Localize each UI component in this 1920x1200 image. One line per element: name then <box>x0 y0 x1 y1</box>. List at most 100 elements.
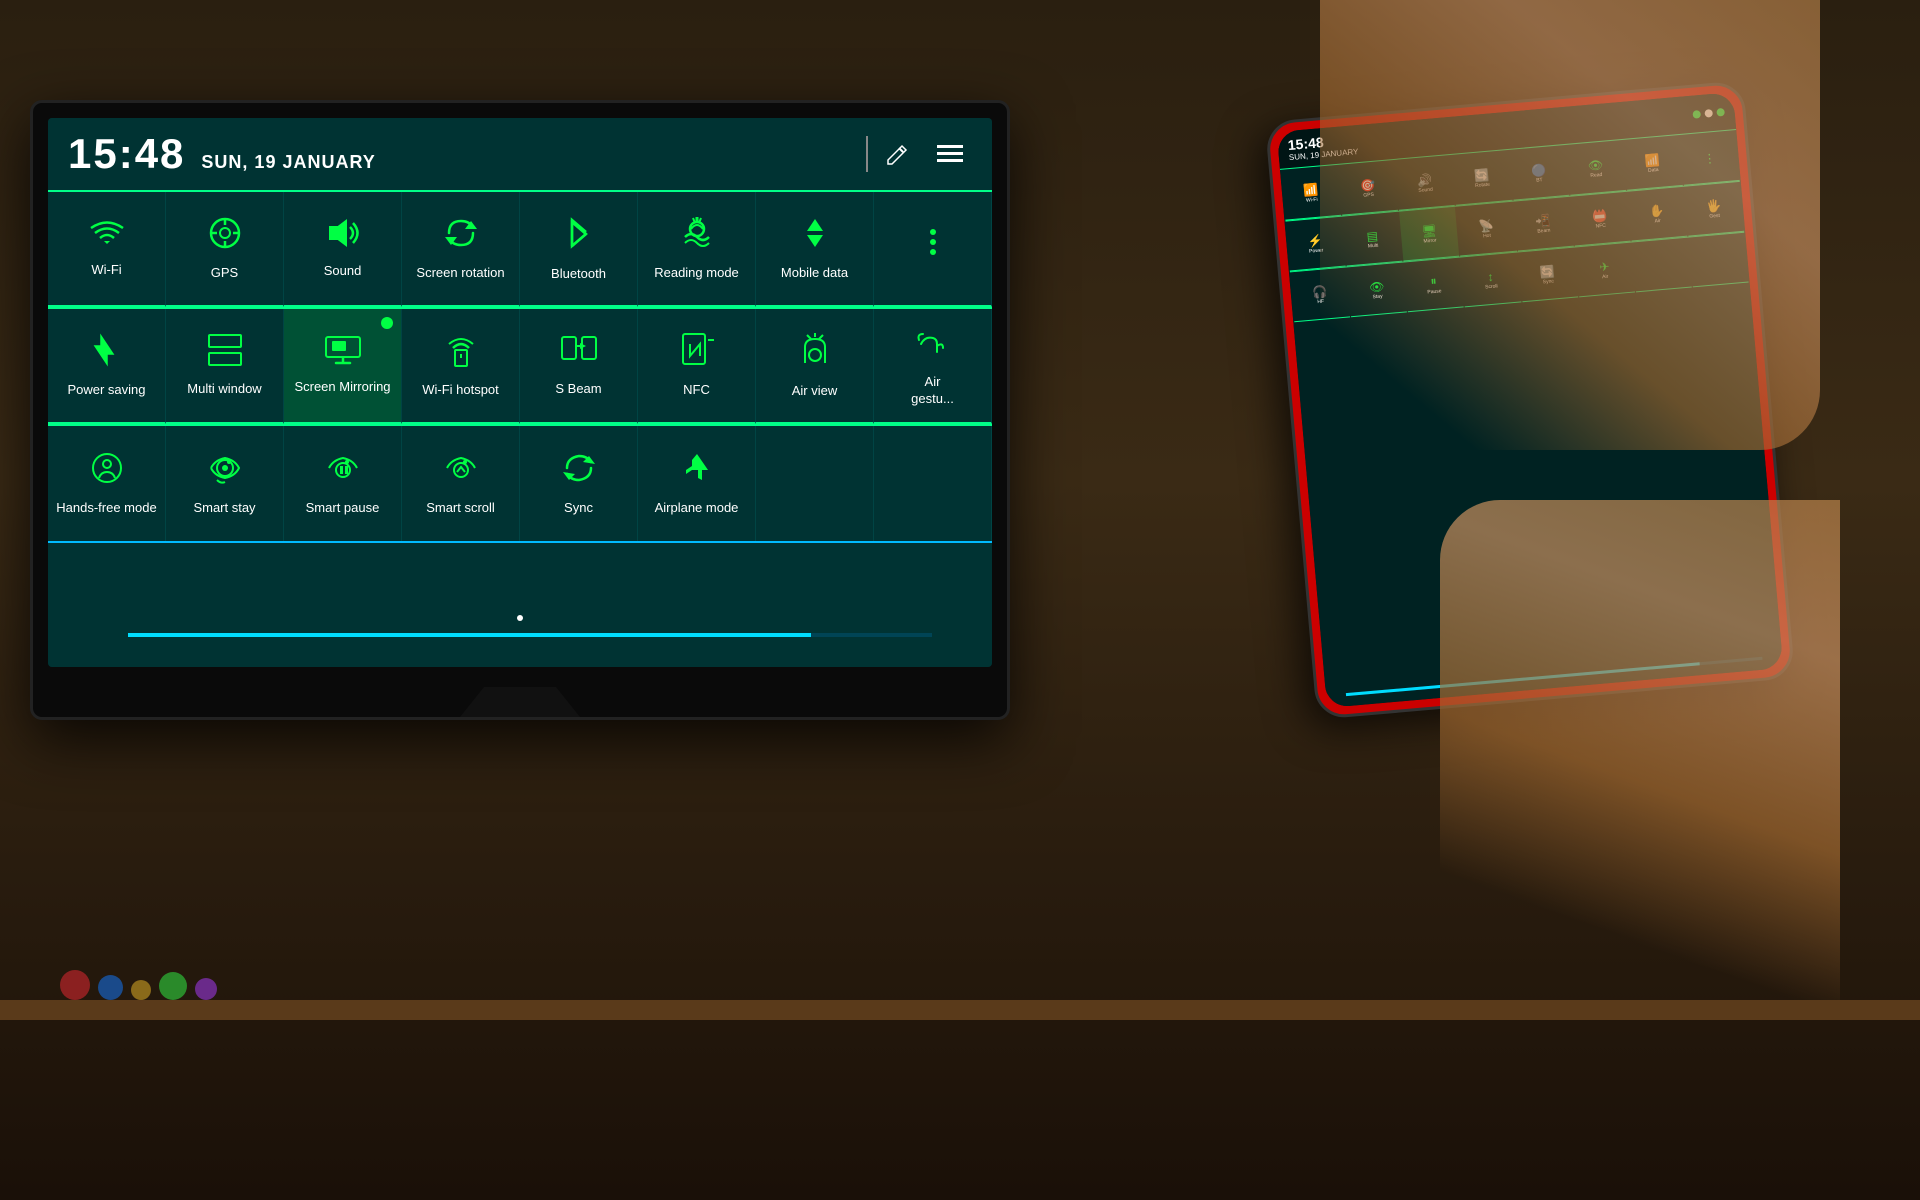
qs-wifi-hotspot-label: Wi-Fi hotspot <box>422 382 499 399</box>
phone-qs-sound: 🔊 Sound <box>1395 156 1455 211</box>
qs-screen-mirroring[interactable]: Screen Mirroring <box>284 309 402 424</box>
quick-settings-row1: Wi-Fi <box>48 190 992 307</box>
shelf <box>0 1000 1920 1020</box>
phone-qs-gps: 🎯 GPS <box>1338 161 1398 216</box>
qs-smart-scroll[interactable]: Smart scroll <box>402 426 520 541</box>
air-gesture-icon <box>915 324 951 366</box>
qs-s-beam-label: S Beam <box>555 381 601 398</box>
air-view-icon <box>797 331 833 375</box>
reading-mode-icon <box>677 215 717 257</box>
airplane-icon <box>678 450 716 492</box>
phone-qs-bt: 🔵 BT <box>1509 146 1569 201</box>
phone-qs-airplane: ✈ Air <box>1575 243 1635 298</box>
nfc-icon <box>680 332 714 374</box>
qs-gps-label: GPS <box>211 265 238 282</box>
wifi-icon <box>88 218 126 254</box>
shelf-item <box>195 978 217 1000</box>
phone-screen: 15:48 SUN, 19 JANUARY 📶 Wi-Fi <box>1277 92 1784 708</box>
phone-qs-beam: 📲 Beam <box>1513 197 1573 252</box>
phone-qs-more: ⋮ <box>1679 131 1739 186</box>
qs-sync[interactable]: Sync <box>520 426 638 541</box>
phone-qs-mirror: 🖥 Mirror <box>1399 207 1459 262</box>
qs-wifi[interactable]: Wi-Fi <box>48 192 166 307</box>
s-beam-icon <box>560 333 598 373</box>
qs-smart-pause-label: Smart pause <box>306 500 380 517</box>
qs-hands-free[interactable]: Hands-free mode <box>48 426 166 541</box>
screen-rotation-icon <box>443 215 479 257</box>
phone: 15:48 SUN, 19 JANUARY 📶 Wi-Fi <box>1265 80 1795 720</box>
tv-stand <box>460 687 580 717</box>
qs-wifi-label: Wi-Fi <box>91 262 121 279</box>
phone-status-icons <box>1692 107 1725 118</box>
active-indicator <box>381 317 393 329</box>
screen-content: 15:48 SUN, 19 JANUARY <box>48 118 992 667</box>
phone-qs-hands: 🎧 HF <box>1290 268 1350 323</box>
qs-power-saving[interactable]: Power saving <box>48 309 166 424</box>
hands-free-icon <box>89 450 125 492</box>
screen-mirroring-icon <box>324 335 362 371</box>
qs-air-view-label: Air view <box>792 383 838 400</box>
qs-sound[interactable]: Sound <box>284 192 402 307</box>
qs-reading-mode-label: Reading mode <box>654 265 739 282</box>
qs-sound-label: Sound <box>324 263 362 280</box>
extra-icon <box>915 224 951 266</box>
qs-screen-rotation[interactable]: Screen rotation <box>402 192 520 307</box>
phone-qs-airg: 🖐 Gest <box>1684 182 1744 237</box>
header-icons <box>866 132 972 176</box>
shelf-items <box>60 970 217 1000</box>
shelf-item <box>159 972 187 1000</box>
phone-qs-e1 <box>1631 238 1691 293</box>
qs-airplane-mode[interactable]: Airplane mode <box>638 426 756 541</box>
phone-qs-spause: ⏸ Pause <box>1404 258 1464 313</box>
phone-qs-read: 👁 Read <box>1566 141 1626 196</box>
qs-extra[interactable] <box>874 192 992 307</box>
qs-air-gesture[interactable]: Airgestu... <box>874 309 992 424</box>
quick-settings-row3: Hands-free mode <box>48 424 992 541</box>
qs-multi-window-label: Multi window <box>187 381 261 398</box>
header-divider <box>866 136 868 172</box>
mobile-data-icon <box>797 215 833 257</box>
phone-content: 15:48 SUN, 19 JANUARY 📶 Wi-Fi <box>1277 92 1784 708</box>
qs-multi-window[interactable]: Multi window <box>166 309 284 424</box>
tv-frame: 15:48 SUN, 19 JANUARY <box>30 100 1010 720</box>
qs-smart-pause[interactable]: Smart pause <box>284 426 402 541</box>
qs-bluetooth-label: Bluetooth <box>551 266 606 283</box>
qs-mobile-data-label: Mobile data <box>781 265 848 282</box>
time-date: 15:48 SUN, 19 JANUARY <box>68 130 376 178</box>
sound-icon <box>324 217 362 255</box>
shelf-item <box>131 980 151 1000</box>
qs-smart-stay[interactable]: Smart stay <box>166 426 284 541</box>
shelf-item <box>98 975 123 1000</box>
qs-air-gesture-label: Airgestu... <box>911 374 954 408</box>
qs-power-saving-label: Power saving <box>67 382 145 399</box>
qs-sync-label: Sync <box>564 500 593 517</box>
qs-mobile-data[interactable]: Mobile data <box>756 192 874 307</box>
sync-icon <box>561 450 597 492</box>
phone-qs-sscroll: ↕ Scroll <box>1461 253 1521 308</box>
qs-smart-scroll-label: Smart scroll <box>426 500 495 517</box>
qs-reading-mode[interactable]: Reading mode <box>638 192 756 307</box>
phone-status-dot-2 <box>1704 109 1713 118</box>
qs-screen-rotation-label: Screen rotation <box>416 265 504 282</box>
phone-qs-airview: ✋ Air <box>1627 187 1687 242</box>
qs-air-view[interactable]: Air view <box>756 309 874 424</box>
shelf-item <box>60 970 90 1000</box>
qs-wifi-hotspot[interactable]: Wi-Fi hotspot <box>402 309 520 424</box>
bluetooth-icon <box>564 214 594 258</box>
clock-time: 15:48 <box>68 130 185 178</box>
edit-icon[interactable] <box>876 132 920 176</box>
phone-qs-sync2: 🔄 Sync <box>1518 248 1578 303</box>
qs-gps[interactable]: GPS <box>166 192 284 307</box>
clock-date: SUN, 19 JANUARY <box>201 152 375 173</box>
power-saving-icon <box>89 332 125 374</box>
progress-bar <box>128 633 932 637</box>
menu-icon[interactable] <box>928 132 972 176</box>
progress-bar-fill <box>128 633 811 637</box>
qs-smart-stay-label: Smart stay <box>193 500 255 517</box>
qs-nfc[interactable]: NFC <box>638 309 756 424</box>
phone-qs-rotation: 🔄 Rotate <box>1452 151 1512 206</box>
qs-hands-free-label: Hands-free mode <box>56 500 156 517</box>
qs-bluetooth[interactable]: Bluetooth <box>520 192 638 307</box>
qs-s-beam[interactable]: S Beam <box>520 309 638 424</box>
phone-status-dot-3 <box>1716 107 1725 116</box>
